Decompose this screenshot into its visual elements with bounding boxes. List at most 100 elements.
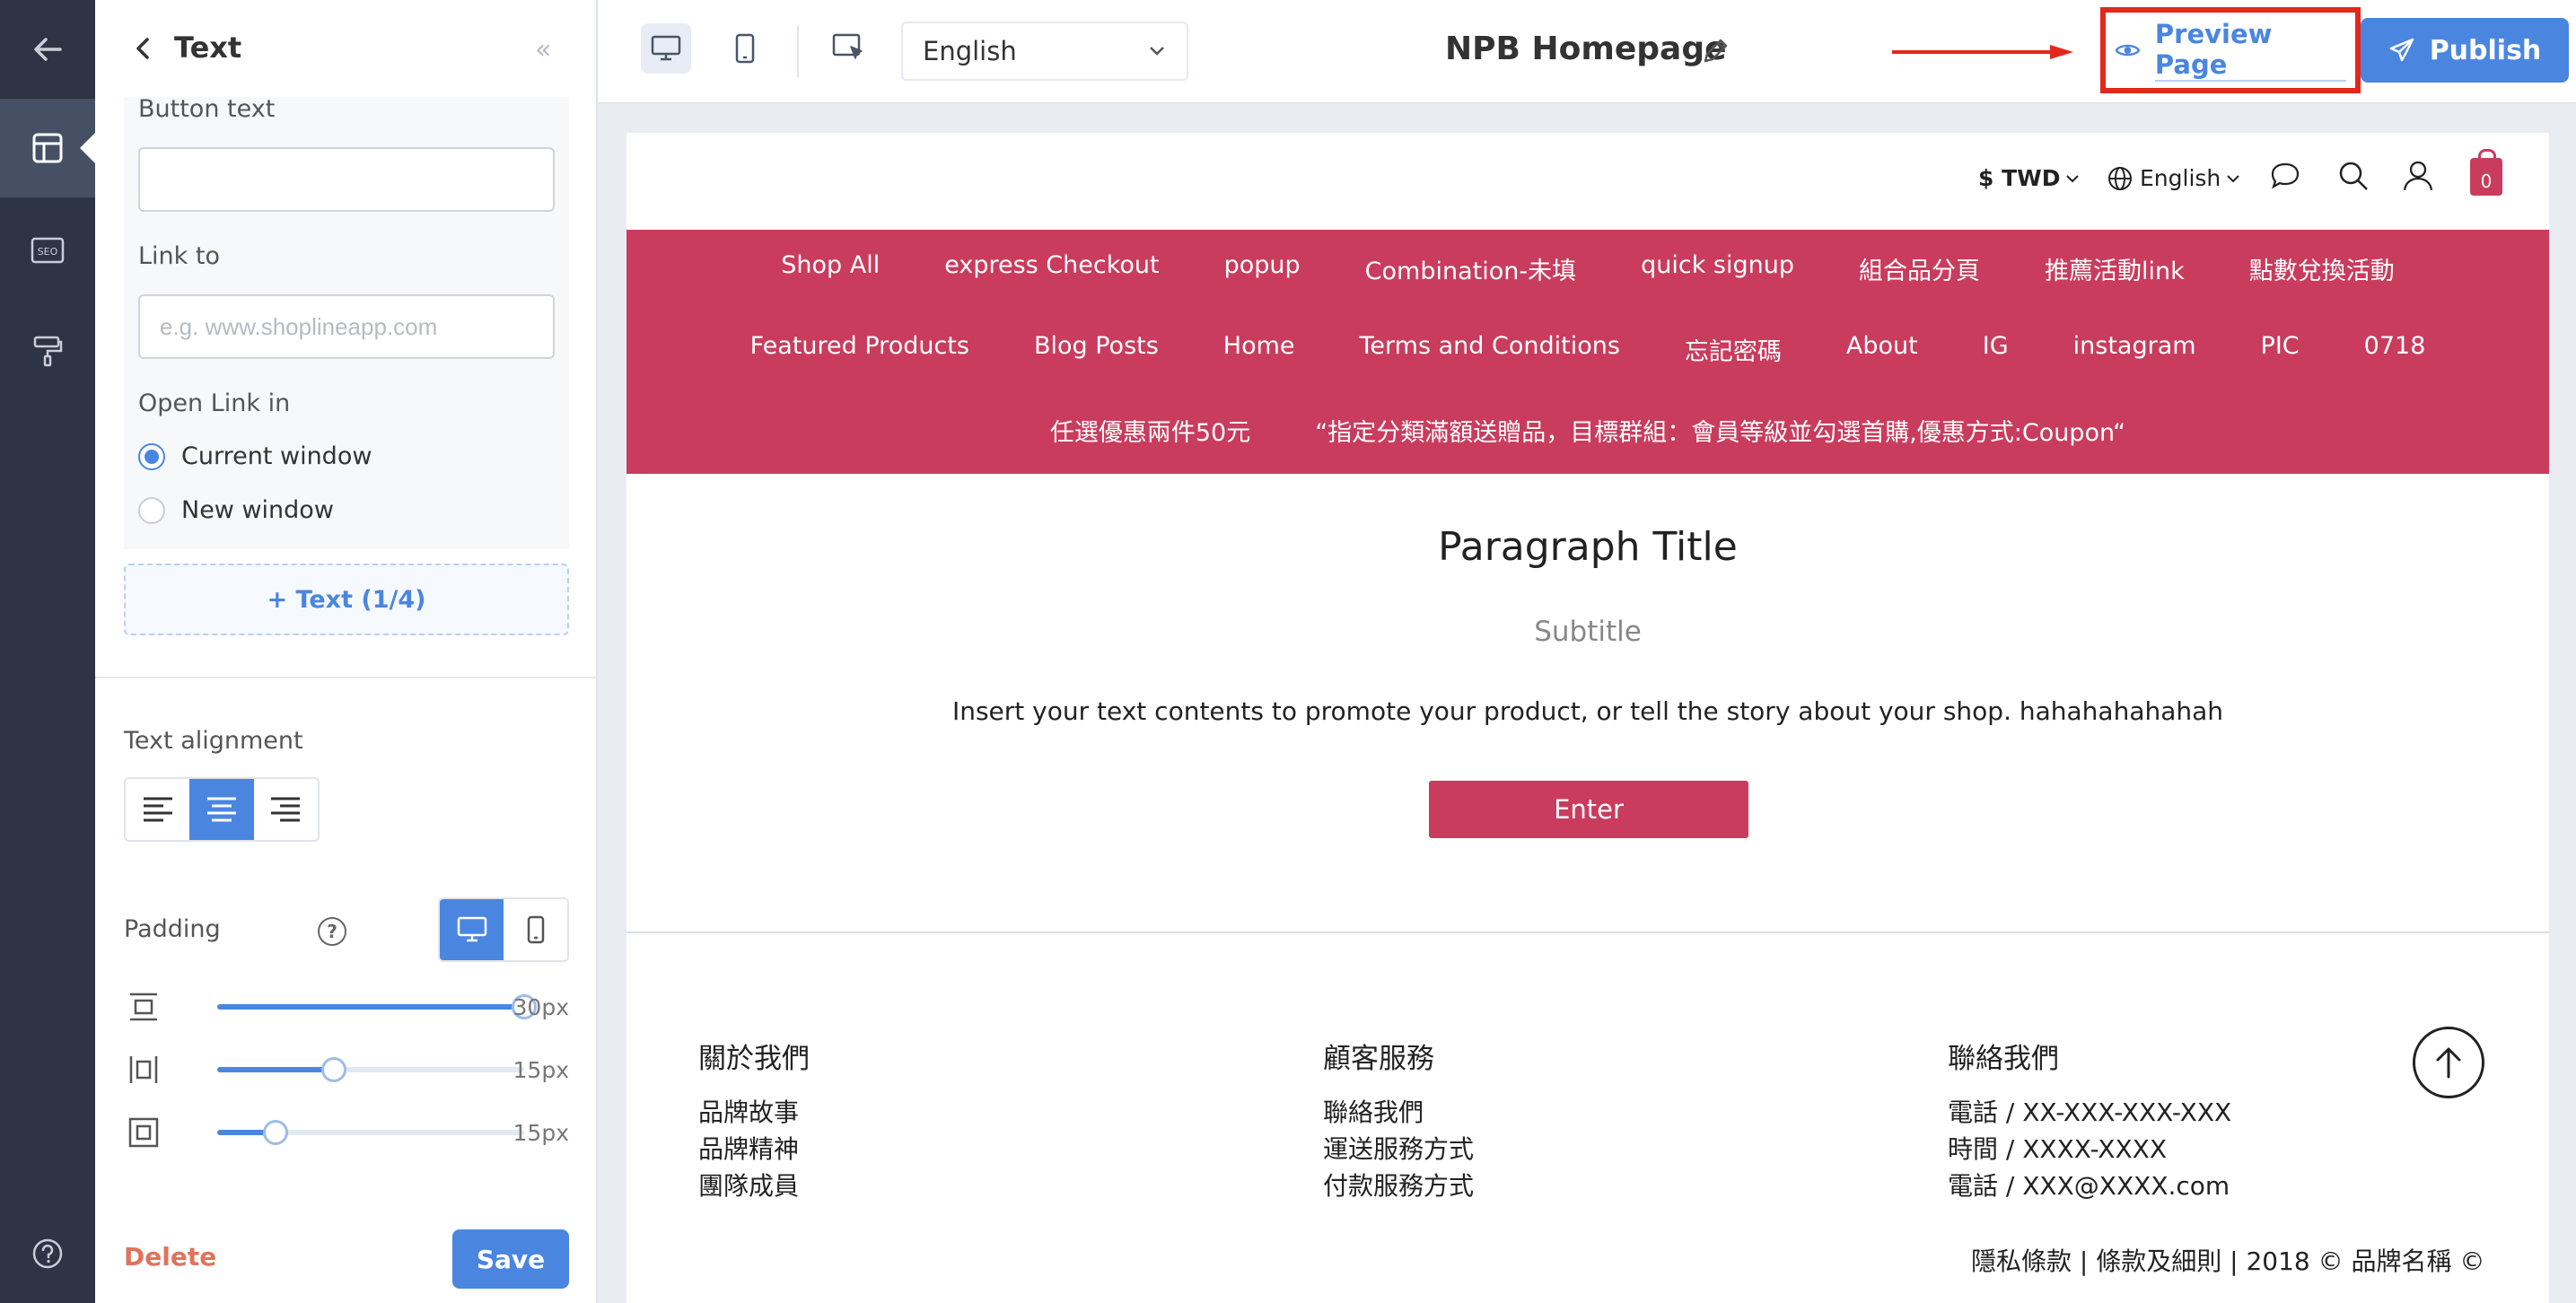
paragraph-subtitle[interactable]: Subtitle [626,616,2549,648]
search-button[interactable] [2337,160,2370,192]
nav-link[interactable]: popup [1192,251,1333,286]
mobile-view-button[interactable] [720,23,770,74]
chat-button[interactable] [2269,162,2301,190]
nav-link[interactable]: 組合品分頁 [1827,251,2012,286]
collapse-panel-icon[interactable]: « [535,34,551,66]
add-text-button[interactable]: + Text (1/4) [124,564,569,635]
rail-design-button[interactable] [0,302,95,400]
cart-button[interactable]: 0 [2470,149,2502,196]
padding-label: Padding [124,915,221,943]
nav-link[interactable]: quick signup [1608,251,1827,286]
padding-horizontal-slider[interactable] [217,1057,524,1082]
rail-layout-button[interactable] [0,99,95,197]
align-right-button[interactable] [254,779,318,840]
radio-button-checked[interactable] [138,442,165,470]
footer-link[interactable]: 付款服務方式 [1323,1167,1474,1204]
padding-desktop-button[interactable] [440,899,504,960]
chevron-down-icon [2066,174,2080,182]
padding-all-icon [128,1117,159,1148]
paint-roller-icon [33,336,63,367]
paragraph-body[interactable]: Insert your text contents to promote you… [626,696,2549,726]
align-center-button[interactable] [189,779,254,840]
link-to-input[interactable] [138,294,555,359]
delete-button[interactable]: Delete [124,1242,216,1272]
footer-link: 電話 / XXX@XXXX.com [1948,1171,2230,1201]
mobile-icon [527,915,544,944]
mobile-icon [735,33,755,64]
nav-link[interactable]: Terms and Conditions [1327,332,1652,367]
nav-link[interactable]: Combination-未填 [1333,251,1608,286]
chevron-left-icon[interactable] [127,32,160,65]
padding-mobile-button[interactable] [504,899,567,960]
nav-link[interactable]: Shop All [749,251,912,286]
nav-link[interactable]: About [1814,332,1950,367]
nav-link[interactable]: Featured Products [718,332,1002,367]
exit-editor-button[interactable] [0,0,95,99]
enter-button[interactable]: Enter [1429,781,1748,838]
footer-link[interactable]: 品牌精神 [698,1131,810,1167]
store-navigation: Shop All express Checkout popup Combinat… [626,230,2549,474]
store-language-selector[interactable]: English [2107,165,2240,191]
red-arrow-annotation [1892,45,2073,59]
publish-button[interactable]: Publish [2361,18,2569,83]
rail-seo-button[interactable]: SEO [0,201,95,300]
radio-new-window[interactable]: New window [138,496,334,524]
store-language-value: English [2140,165,2221,191]
button-text-label: Button text [138,95,276,123]
radio-button[interactable] [138,496,165,524]
padding-help-icon[interactable]: ? [318,917,346,946]
topbar-separator [797,25,799,77]
padding-vertical-row: 30px [124,989,569,1025]
desktop-view-button[interactable] [641,23,691,74]
text-alignment-group [124,777,320,842]
nav-link[interactable]: PIC [2229,332,2332,367]
footer-link[interactable]: 團隊成員 [698,1167,810,1204]
nav-link[interactable]: “指定分類滿額送贈品，目標群組：會員等級並勾選首購,優惠方式:Coupon“ [1283,413,2158,448]
nav-link[interactable]: IG [1950,332,2041,367]
arrow-left-icon [34,38,62,61]
padding-vertical-value: 30px [513,994,569,1020]
slider-thumb[interactable] [320,1057,346,1082]
help-icon [32,1238,63,1269]
paragraph-title[interactable]: Paragraph Title [626,524,2549,570]
rail-help-button[interactable] [0,1204,95,1303]
footer-link[interactable]: 品牌故事 [698,1094,810,1131]
nav-link[interactable]: Home [1191,332,1327,367]
nav-link[interactable]: express Checkout [912,251,1191,286]
select-element-button[interactable] [824,23,874,74]
chevron-down-icon [1150,47,1164,56]
padding-vertical-slider[interactable] [217,994,537,1019]
align-left-button[interactable] [126,779,189,840]
footer-link[interactable]: 聯絡我們 [1323,1094,1474,1131]
rail-active-pointer [80,133,95,163]
padding-horizontal-row: 15px [124,1052,569,1088]
footer-link[interactable]: 運送服務方式 [1323,1131,1474,1167]
save-button[interactable]: Save [452,1229,569,1289]
currency-selector[interactable]: $ TWD [1978,165,2080,191]
nav-link[interactable]: 任選優惠兩件50元 [1018,413,1283,448]
nav-link[interactable]: instagram [2041,332,2229,367]
radio-label: Current window [181,442,372,470]
preview-page-button[interactable]: Preview Page [2115,19,2346,82]
radio-current-window[interactable]: Current window [138,442,372,470]
desktop-icon [457,916,486,942]
currency-value: $ TWD [1978,165,2061,191]
editor-topbar: English NPB Homepage Preview Page Publis… [598,0,2576,104]
pencil-icon[interactable] [1698,34,1732,68]
nav-link[interactable]: 0718 [2332,332,2458,367]
button-text-input[interactable] [138,147,555,212]
seo-icon-text: SEO [38,246,58,258]
padding-all-slider[interactable] [217,1120,524,1145]
nav-link[interactable]: 推薦活動link [2012,251,2217,286]
nav-link[interactable]: 點數兌換活動 [2217,251,2427,286]
back-to-top-button[interactable] [2413,1027,2484,1098]
footer-column-contact: 聯絡我們 電話 / XX-XXX-XXX-XXX 時間 / XXXX-XXXX … [1948,1036,2231,1204]
section-divider [626,931,2549,933]
slider-thumb[interactable] [262,1120,288,1145]
language-select[interactable]: English [901,22,1188,81]
align-center-icon [206,797,236,822]
nav-link[interactable]: 忘記密碼 [1652,332,1814,367]
nav-link[interactable]: Blog Posts [1002,332,1191,367]
account-button[interactable] [2402,160,2434,192]
link-to-label: Link to [138,242,220,270]
